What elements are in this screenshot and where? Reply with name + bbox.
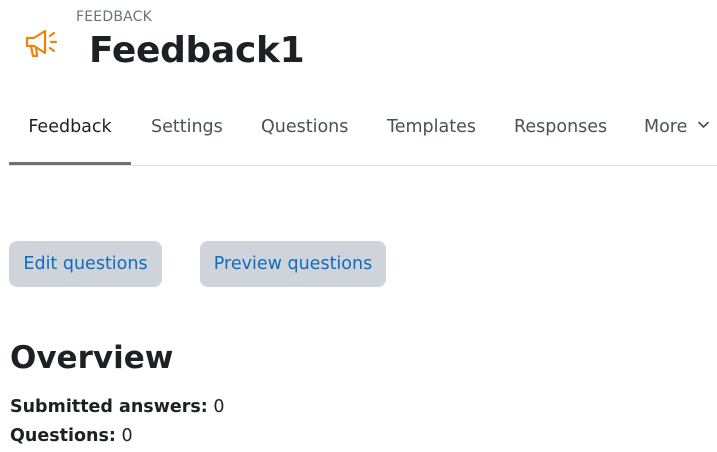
chevron-down-icon <box>698 121 709 128</box>
page-header: FEEDBACK Feedback1 <box>0 0 717 90</box>
tab-templates[interactable]: Templates <box>387 104 476 165</box>
tab-label: Templates <box>387 117 476 137</box>
tab-settings[interactable]: Settings <box>151 104 223 165</box>
submitted-answers-label: Submitted answers: <box>10 397 208 417</box>
preview-questions-button[interactable]: Preview questions <box>200 241 386 287</box>
page-title: Feedback1 <box>89 30 305 71</box>
tab-more[interactable]: More <box>644 104 709 165</box>
tab-label: Feedback <box>28 117 112 137</box>
overview-heading: Overview <box>10 340 174 376</box>
secondary-navigation: Feedback Settings Questions Templates Re… <box>9 104 717 166</box>
questions-stat: Questions: 0 <box>10 426 133 446</box>
questions-value: 0 <box>121 426 133 446</box>
submitted-answers-value: 0 <box>213 397 225 417</box>
submitted-answers-stat: Submitted answers: 0 <box>10 397 225 417</box>
tab-label: Responses <box>514 117 608 137</box>
tab-label: Questions <box>261 117 349 137</box>
module-type-label: FEEDBACK <box>76 9 153 25</box>
tab-label: More <box>644 117 688 137</box>
tab-responses[interactable]: Responses <box>514 104 607 165</box>
questions-label: Questions: <box>10 426 116 446</box>
tab-label: Settings <box>151 117 223 137</box>
tab-feedback[interactable]: Feedback <box>9 104 131 165</box>
page: FEEDBACK Feedback1 Feedback Settings Que… <box>0 0 717 452</box>
tab-questions[interactable]: Questions <box>261 104 348 165</box>
edit-questions-button[interactable]: Edit questions <box>9 241 162 287</box>
megaphone-icon <box>25 29 58 58</box>
